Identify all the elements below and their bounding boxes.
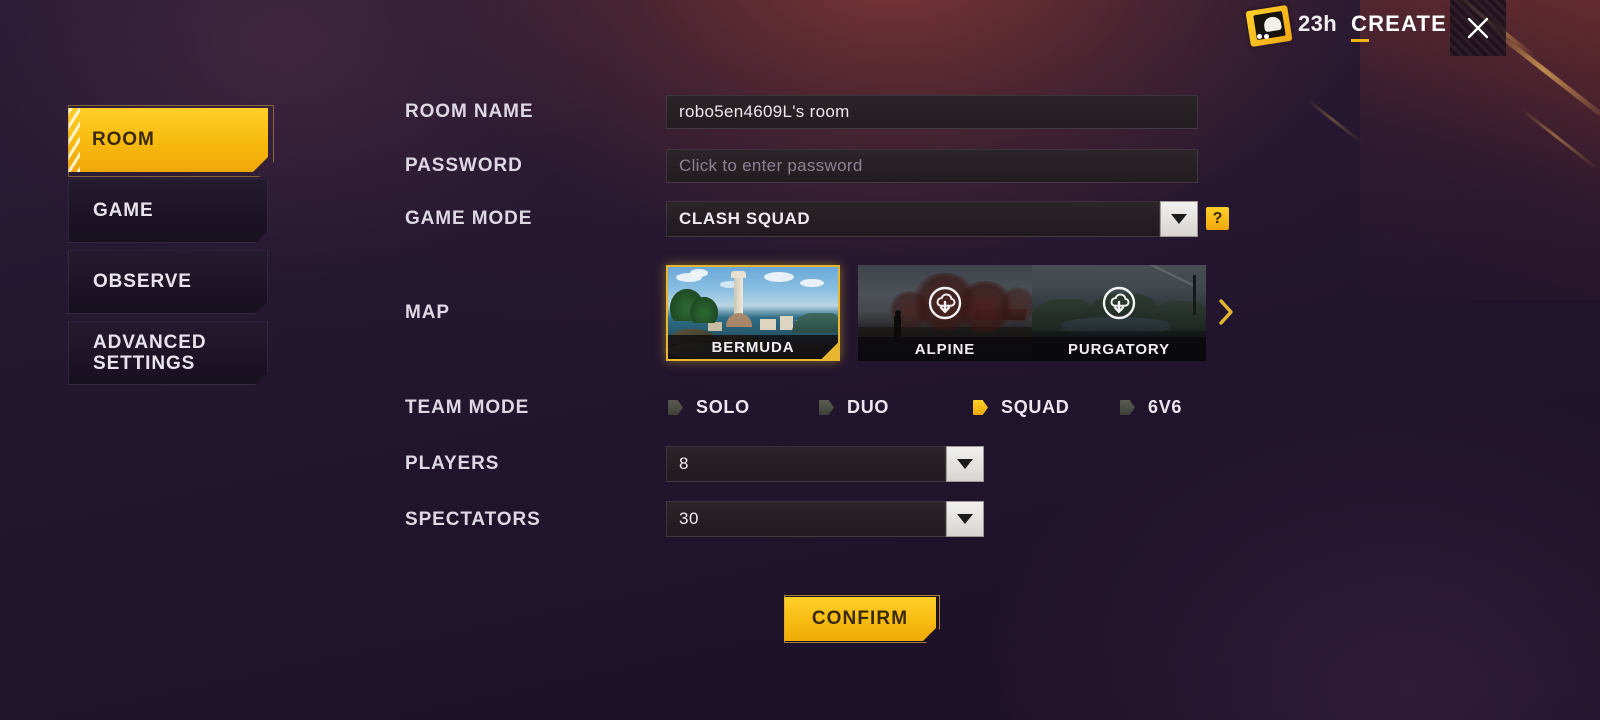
password-input[interactable]: Click to enter password <box>666 149 1198 183</box>
map-card-label: ALPINE <box>858 337 1032 361</box>
players-select-box[interactable]: 8 <box>666 446 946 482</box>
spectators-label: SPECTATORS <box>405 509 541 530</box>
team-mode-label: TEAM MODE <box>405 397 530 418</box>
game-mode-select-box[interactable]: CLASH SQUAD <box>666 201 1160 237</box>
team-mode-option-label: SOLO <box>696 397 750 417</box>
room-name-input[interactable]: robo5en4609L's room <box>666 95 1198 129</box>
chevron-right-icon <box>1219 299 1233 325</box>
room-settings-form: ROOM NAME robo5en4609L's room PASSWORD C… <box>0 0 1600 720</box>
download-cloud-icon <box>1102 286 1136 320</box>
players-label: PLAYERS <box>405 453 500 474</box>
spectators-dropdown-button[interactable] <box>946 501 984 537</box>
map-carousel: BERMUDA ALPINE PURGATORY <box>666 265 1206 361</box>
team-mode-option-6v6[interactable]: 6V6 <box>1120 397 1182 418</box>
team-mode-option-label: 6V6 <box>1148 397 1183 417</box>
team-mode-option-duo[interactable]: DUO <box>819 397 889 418</box>
players-value: 8 <box>679 454 690 473</box>
radio-marker-icon <box>973 400 988 415</box>
confirm-button[interactable]: CONFIRM <box>784 597 936 641</box>
radio-marker-icon <box>819 400 834 415</box>
chevron-down-icon <box>957 514 973 524</box>
team-mode-option-label: SQUAD <box>1001 397 1070 417</box>
players-dropdown-button[interactable] <box>946 446 984 482</box>
game-mode-help-button[interactable]: ? <box>1206 207 1229 230</box>
map-card-label: BERMUDA <box>668 335 838 359</box>
game-mode-label: GAME MODE <box>405 208 533 229</box>
map-card-bermuda[interactable]: BERMUDA <box>666 265 840 361</box>
players-select[interactable]: 8 <box>666 446 984 482</box>
chevron-down-icon <box>957 459 973 469</box>
radio-marker-icon <box>668 400 683 415</box>
password-placeholder: Click to enter password <box>679 156 863 175</box>
password-label: PASSWORD <box>405 155 523 176</box>
game-mode-value: CLASH SQUAD <box>679 209 811 228</box>
team-mode-option-solo[interactable]: SOLO <box>668 397 750 418</box>
spectators-value: 30 <box>679 509 700 528</box>
spectators-select[interactable]: 30 <box>666 501 984 537</box>
map-card-label: PURGATORY <box>1032 337 1206 361</box>
team-mode-option-label: DUO <box>847 397 890 417</box>
download-cloud-icon <box>928 286 962 320</box>
radio-marker-icon <box>1120 400 1135 415</box>
map-card-purgatory[interactable]: PURGATORY <box>1032 265 1206 361</box>
room-setup-screen: 23h CREATE ROOM GAME OBSERVE ADVANCED SE… <box>0 0 1600 720</box>
map-label: MAP <box>405 302 450 323</box>
spectators-select-box[interactable]: 30 <box>666 501 946 537</box>
room-name-label: ROOM NAME <box>405 101 534 122</box>
game-mode-select[interactable]: CLASH SQUAD <box>666 201 1198 237</box>
map-next-button[interactable] <box>1213 296 1239 328</box>
team-mode-option-squad[interactable]: SQUAD <box>973 397 1070 418</box>
game-mode-dropdown-button[interactable] <box>1160 201 1198 237</box>
room-name-value: robo5en4609L's room <box>679 102 850 121</box>
map-card-alpine[interactable]: ALPINE <box>858 265 1032 361</box>
chevron-down-icon <box>1171 214 1187 224</box>
